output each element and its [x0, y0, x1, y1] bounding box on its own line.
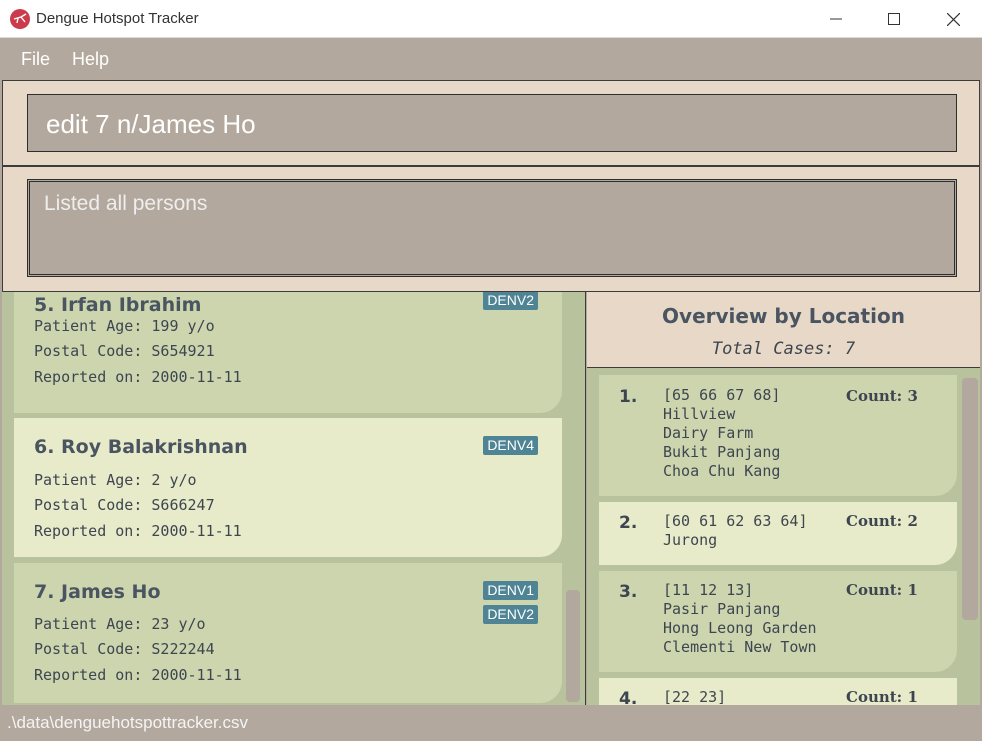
overview-scroll-thumb[interactable]: [962, 378, 978, 620]
person-list-scroll-thumb[interactable]: [566, 590, 580, 702]
minimize-button[interactable]: [813, 0, 859, 38]
person-list[interactable]: 5. Irfan Ibrahim DENV2 Patient Age: 199 …: [2, 292, 586, 705]
location-area: Choa Chu Kang: [663, 462, 781, 480]
person-age: Patient Age: 23 y/o: [34, 615, 206, 633]
close-button[interactable]: [930, 0, 976, 38]
person-name: 6. Roy Balakrishnan: [34, 436, 248, 458]
location-postal-prefixes: [22 23]: [663, 688, 727, 705]
dengue-tag: DENV2: [483, 292, 538, 310]
location-count: Count: 1: [846, 688, 918, 705]
command-input[interactable]: edit 7 n/James Ho: [27, 94, 957, 152]
person-name: 7. James Ho: [34, 581, 161, 603]
person-reported: Reported on: 2000-11-11: [34, 522, 242, 540]
location-card[interactable]: 3. [11 12 13] Pasir Panjang Hong Leong G…: [599, 571, 957, 672]
location-postal-prefixes: [65 66 67 68]: [663, 386, 781, 404]
menu-help[interactable]: Help: [72, 49, 109, 70]
location-index: 2.: [619, 513, 638, 533]
person-reported: Reported on: 2000-11-11: [34, 368, 242, 386]
location-area: Hillview: [663, 405, 736, 423]
result-display[interactable]: Listed all persons: [27, 179, 957, 277]
status-bar: .\data\denguehotspottracker.csv: [0, 705, 982, 741]
location-area: Dairy Farm: [663, 424, 754, 442]
minimize-icon: [830, 18, 842, 20]
location-index: 1.: [619, 387, 638, 407]
overview-title: Overview by Location: [662, 304, 905, 328]
close-icon: [946, 12, 960, 26]
person-postal: Postal Code: S666247: [34, 496, 215, 514]
location-card[interactable]: 1. [65 66 67 68] Hillview Dairy Farm Buk…: [599, 375, 957, 496]
location-area: Hong Leong Garden: [663, 619, 817, 637]
dengue-tag: DENV2: [483, 605, 538, 624]
location-area: Pasir Panjang: [663, 600, 781, 618]
overview-panel: Overview by Location Total Cases: 7 1. […: [587, 292, 980, 705]
location-index: 4.: [619, 689, 638, 705]
person-reported: Reported on: 2000-11-11: [34, 666, 242, 684]
location-card[interactable]: 2. [60 61 62 63 64] Jurong Count: 2: [599, 502, 957, 565]
result-pane: Listed all persons: [2, 166, 980, 292]
maximize-button[interactable]: [871, 0, 917, 38]
overview-total-cases: Total Cases: 7: [711, 339, 856, 359]
location-area: Bukit Panjang: [663, 443, 781, 461]
dengue-tag: DENV4: [483, 436, 538, 455]
person-card[interactable]: 5. Irfan Ibrahim DENV2 Patient Age: 199 …: [14, 292, 562, 413]
command-input-value: edit 7 n/James Ho: [46, 109, 256, 139]
person-age: Patient Age: 199 y/o: [34, 317, 215, 335]
location-index: 3.: [619, 582, 638, 602]
person-name: 5. Irfan Ibrahim: [34, 294, 202, 316]
menu-file[interactable]: File: [21, 49, 50, 70]
app-mosquito-icon: [10, 9, 30, 29]
location-postal-prefixes: [60 61 62 63 64]: [663, 512, 808, 530]
title-bar: Dengue Hotspot Tracker: [0, 0, 982, 38]
overview-header: Overview by Location Total Cases: 7: [587, 292, 980, 368]
menu-bar: File Help: [0, 38, 982, 80]
location-card[interactable]: 4. [22 23] Count: 1: [599, 678, 957, 705]
location-count: Count: 2: [846, 512, 918, 530]
location-count: Count: 1: [846, 581, 918, 599]
dengue-tag: DENV1: [483, 581, 538, 600]
window-title: Dengue Hotspot Tracker: [36, 10, 199, 27]
person-age: Patient Age: 2 y/o: [34, 471, 197, 489]
data-file-path: .\data\denguehotspottracker.csv: [7, 713, 248, 732]
maximize-icon: [888, 13, 900, 25]
command-pane: edit 7 n/James Ho: [2, 80, 980, 166]
person-postal: Postal Code: S222244: [34, 640, 215, 658]
location-postal-prefixes: [11 12 13]: [663, 581, 754, 599]
location-count: Count: 3: [846, 387, 918, 405]
location-area: Jurong: [663, 531, 718, 549]
person-postal: Postal Code: S654921: [34, 342, 215, 360]
person-card[interactable]: 7. James Ho DENV1 DENV2 Patient Age: 23 …: [14, 563, 562, 703]
result-text: Listed all persons: [44, 192, 208, 215]
person-card[interactable]: 6. Roy Balakrishnan DENV4 Patient Age: 2…: [14, 418, 562, 557]
location-area: Clementi New Town: [663, 638, 817, 656]
